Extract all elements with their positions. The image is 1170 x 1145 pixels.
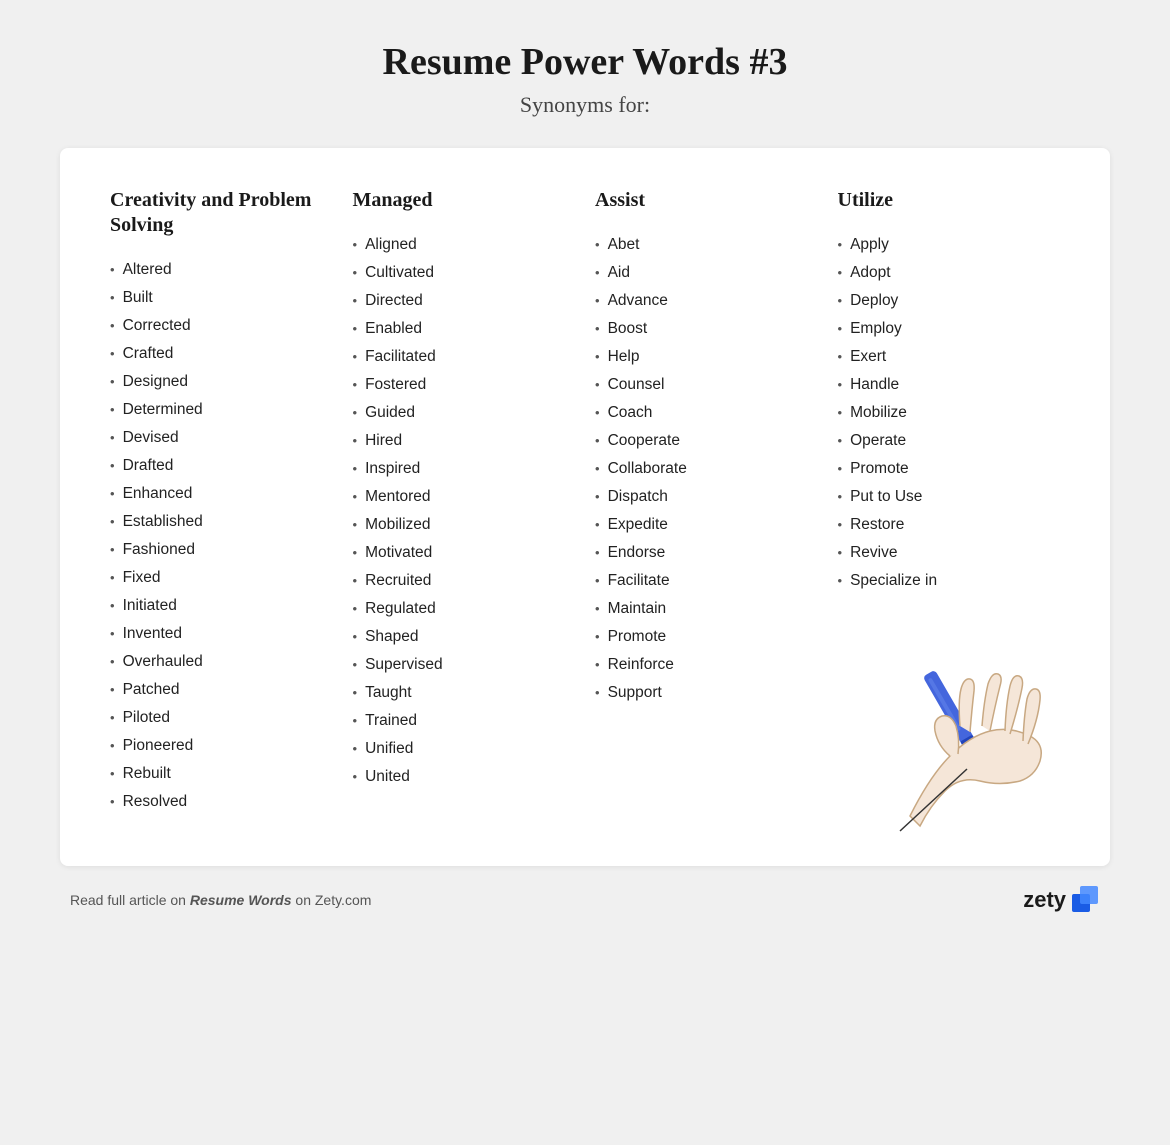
list-item: Collaborate <box>595 455 818 483</box>
list-item: Endorse <box>595 539 818 567</box>
list-item: Counsel <box>595 371 818 399</box>
list-item: Adopt <box>838 259 1061 287</box>
list-item: Mentored <box>353 483 576 511</box>
list-item: Dispatch <box>595 483 818 511</box>
list-item: Piloted <box>110 704 333 732</box>
list-item: Fixed <box>110 564 333 592</box>
page-title: Resume Power Words #3 <box>383 40 788 84</box>
list-item: Trained <box>353 707 576 735</box>
zety-logo-text: zety <box>1023 887 1066 913</box>
list-item: Employ <box>838 315 1061 343</box>
list-item: Abet <box>595 231 818 259</box>
zety-logo: zety <box>1023 886 1100 914</box>
list-item: Facilitate <box>595 567 818 595</box>
column-header-assist: Assist <box>595 188 818 213</box>
footer: Read full article on Resume Words on Zet… <box>60 886 1110 914</box>
list-item: Facilitated <box>353 343 576 371</box>
list-item: Coach <box>595 399 818 427</box>
list-item: Enabled <box>353 315 576 343</box>
list-item: Taught <box>353 679 576 707</box>
word-list-managed: AlignedCultivatedDirectedEnabledFacilita… <box>353 231 576 791</box>
list-item: Put to Use <box>838 483 1061 511</box>
list-item: Fashioned <box>110 536 333 564</box>
list-item: Resolved <box>110 788 333 816</box>
list-item: Specialize in <box>838 567 1061 595</box>
word-list-assist: AbetAidAdvanceBoostHelpCounselCoachCoope… <box>595 231 818 707</box>
list-item: Overhauled <box>110 648 333 676</box>
list-item: Altered <box>110 256 333 284</box>
list-item: Exert <box>838 343 1061 371</box>
list-item: Rebuilt <box>110 760 333 788</box>
word-list-creativity: AlteredBuiltCorrectedCraftedDesignedDete… <box>110 256 333 816</box>
list-item: Deploy <box>838 287 1061 315</box>
list-item: Aid <box>595 259 818 287</box>
page-subtitle: Synonyms for: <box>520 92 650 118</box>
list-item: Regulated <box>353 595 576 623</box>
zety-cube-icon <box>1072 886 1100 914</box>
list-item: Handle <box>838 371 1061 399</box>
column-header-creativity: Creativity and Problem Solving <box>110 188 333 238</box>
list-item: Cultivated <box>353 259 576 287</box>
list-item: Enhanced <box>110 480 333 508</box>
list-item: Maintain <box>595 595 818 623</box>
list-item: Corrected <box>110 312 333 340</box>
list-item: Promote <box>838 455 1061 483</box>
list-item: Crafted <box>110 340 333 368</box>
list-item: Cooperate <box>595 427 818 455</box>
list-item: Mobilize <box>838 399 1061 427</box>
footer-bold-text: Resume Words <box>190 892 292 908</box>
list-item: Unified <box>353 735 576 763</box>
list-item: Shaped <box>353 623 576 651</box>
list-item: Advance <box>595 287 818 315</box>
column-creativity: Creativity and Problem Solving AlteredBui… <box>110 188 353 816</box>
list-item: Reinforce <box>595 651 818 679</box>
list-item: Boost <box>595 315 818 343</box>
list-item: Help <box>595 343 818 371</box>
list-item: Fostered <box>353 371 576 399</box>
list-item: Determined <box>110 396 333 424</box>
list-item: Directed <box>353 287 576 315</box>
footer-text: Read full article on Resume Words on Zet… <box>70 892 371 908</box>
list-item: Motivated <box>353 539 576 567</box>
list-item: Established <box>110 508 333 536</box>
list-item: Built <box>110 284 333 312</box>
list-item: Recruited <box>353 567 576 595</box>
list-item: Hired <box>353 427 576 455</box>
hand-illustration <box>870 636 1090 836</box>
list-item: Supervised <box>353 651 576 679</box>
list-item: Designed <box>110 368 333 396</box>
list-item: Revive <box>838 539 1061 567</box>
list-item: Restore <box>838 511 1061 539</box>
list-item: Drafted <box>110 452 333 480</box>
list-item: Guided <box>353 399 576 427</box>
list-item: Pioneered <box>110 732 333 760</box>
column-header-managed: Managed <box>353 188 576 213</box>
list-item: Devised <box>110 424 333 452</box>
list-item: United <box>353 763 576 791</box>
list-item: Expedite <box>595 511 818 539</box>
list-item: Mobilized <box>353 511 576 539</box>
column-managed: ManagedAlignedCultivatedDirectedEnabledF… <box>353 188 596 816</box>
column-header-utilize: Utilize <box>838 188 1061 213</box>
list-item: Apply <box>838 231 1061 259</box>
list-item: Support <box>595 679 818 707</box>
list-item: Operate <box>838 427 1061 455</box>
list-item: Invented <box>110 620 333 648</box>
list-item: Initiated <box>110 592 333 620</box>
list-item: Aligned <box>353 231 576 259</box>
word-list-utilize: ApplyAdoptDeployEmployExertHandleMobiliz… <box>838 231 1061 595</box>
column-assist: Assist AbetAidAdvanceBoostHelpCounselCoac… <box>595 188 838 816</box>
content-card: Creativity and Problem Solving AlteredBui… <box>60 148 1110 866</box>
list-item: Patched <box>110 676 333 704</box>
list-item: Inspired <box>353 455 576 483</box>
list-item: Promote <box>595 623 818 651</box>
